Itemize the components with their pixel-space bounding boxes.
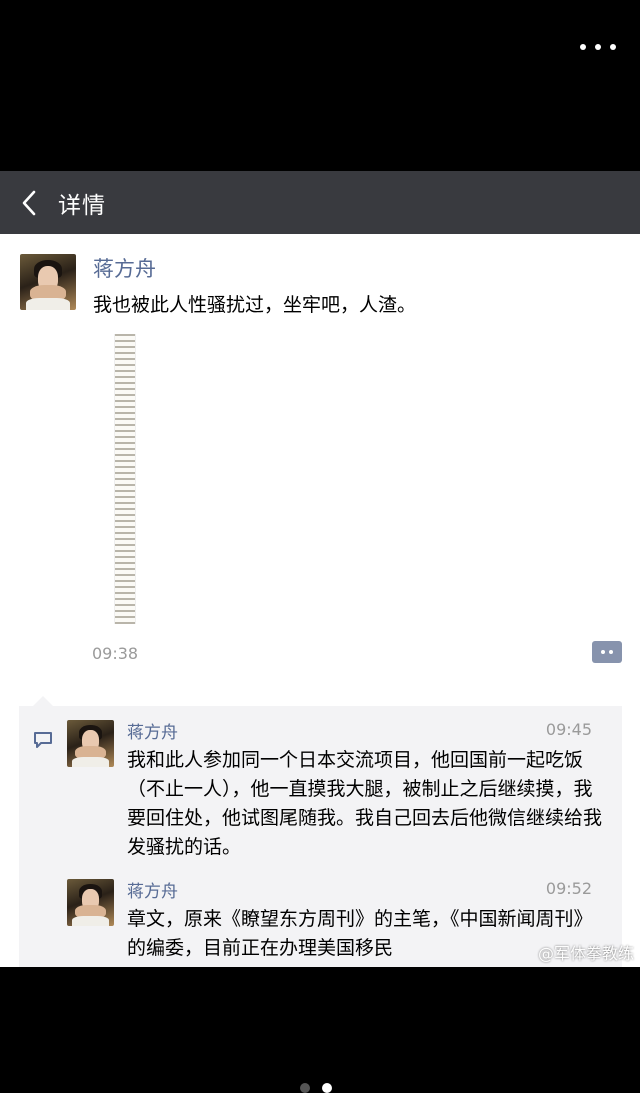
page-dot-active[interactable] xyxy=(322,1083,332,1093)
comment-time: 09:52 xyxy=(545,879,592,898)
post-time: 09:38 xyxy=(92,644,139,663)
avatar[interactable] xyxy=(67,879,114,926)
comment-author-name[interactable]: 蒋方舟 xyxy=(127,718,178,743)
avatar[interactable] xyxy=(20,254,76,310)
post-author-name[interactable]: 蒋方舟 xyxy=(93,253,156,283)
comment-time: 09:45 xyxy=(545,720,592,739)
dot-icon xyxy=(595,44,601,50)
page-indicator xyxy=(300,1083,332,1093)
comments-section: 蒋方舟 09:45 我和此人参加同一个日本交流项目，他回国前一起吃饭（不止一人）… xyxy=(19,696,622,967)
page-dot[interactable] xyxy=(300,1083,310,1093)
comment-text: 我和此人参加同一个日本交流项目，他回国前一起吃饭（不止一人），他一直摸我大腿，被… xyxy=(127,749,603,858)
comment-author-name[interactable]: 蒋方舟 xyxy=(127,877,178,902)
more-options-button[interactable] xyxy=(580,44,616,50)
avatar[interactable] xyxy=(67,720,114,767)
comment-icon xyxy=(34,732,52,748)
comment-text: 章文，原来《瞭望东方周刊》的主笔，《中国新闻周刊》的编委，目前正在办理美国移民 xyxy=(127,908,593,959)
page-title: 详情 xyxy=(58,192,106,219)
post-action-button[interactable] xyxy=(592,641,622,663)
post-text: 我也被此人性骚扰过，坐牢吧，人渣。 xyxy=(93,294,417,316)
back-button[interactable] xyxy=(0,171,58,234)
watermark: @军体拳教练 xyxy=(537,944,634,963)
moment-detail: 蒋方舟 我也被此人性骚扰过，坐牢吧，人渣。 09:38 蒋方舟 09:45 我和… xyxy=(0,234,640,967)
dot-icon xyxy=(610,44,616,50)
dot-icon xyxy=(601,650,605,654)
dot-icon xyxy=(580,44,586,50)
navbar: 详情 xyxy=(0,171,640,234)
dot-icon xyxy=(609,650,613,654)
chevron-left-icon xyxy=(22,190,36,215)
post-image[interactable] xyxy=(114,334,136,624)
